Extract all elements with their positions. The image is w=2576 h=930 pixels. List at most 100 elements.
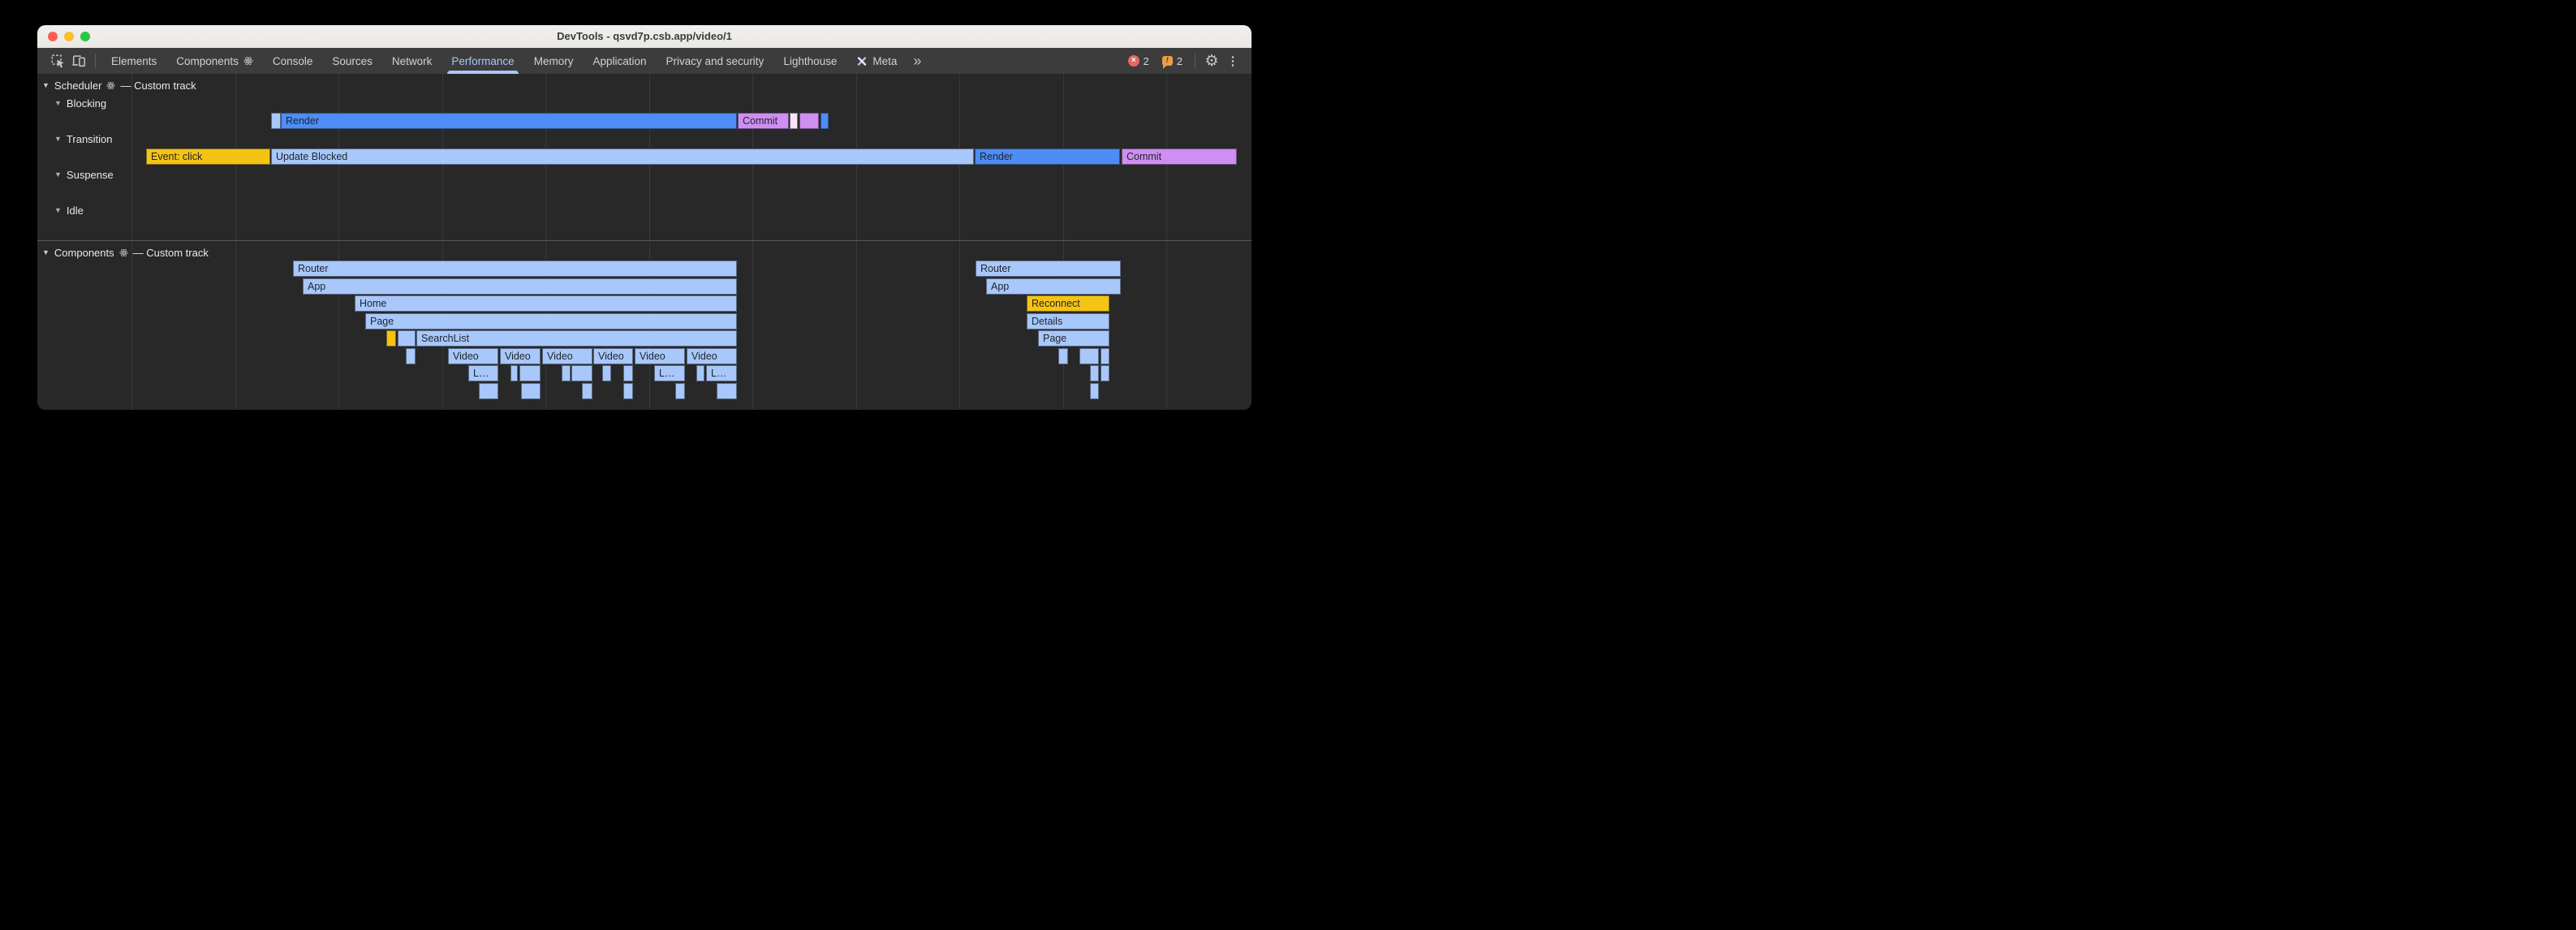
flame-bar[interactable] <box>271 113 281 129</box>
tab-application[interactable]: Application <box>583 48 656 74</box>
flame-bar[interactable] <box>696 365 704 381</box>
error-badge[interactable]: × 2 <box>1128 55 1149 67</box>
flame-bar-video[interactable]: Video <box>687 348 737 364</box>
flame-bar-video[interactable]: Video <box>593 348 633 364</box>
warning-badge[interactable]: ! 2 <box>1162 55 1182 67</box>
flame-bar[interactable] <box>790 113 798 129</box>
bar-label: Video <box>543 351 573 362</box>
bar-label: App <box>987 281 1009 292</box>
tab-sources[interactable]: Sources <box>322 48 382 74</box>
collapse-triangle-icon[interactable]: ▼ <box>54 99 62 107</box>
collapse-triangle-icon[interactable]: ▼ <box>54 135 62 143</box>
flame-bar[interactable] <box>675 383 685 399</box>
flame-bar[interactable] <box>623 365 633 381</box>
titlebar: DevTools - qsvd7p.csb.app/video/1 <box>37 25 1251 48</box>
flame-bar[interactable] <box>398 330 416 347</box>
flame-bar-l[interactable]: L… <box>468 365 498 381</box>
flame-bar-page[interactable]: Page <box>365 313 737 329</box>
collapse-triangle-icon[interactable]: ▼ <box>42 248 50 256</box>
fullscreen-button[interactable] <box>80 32 90 41</box>
flame-bar-l[interactable]: L… <box>654 365 685 381</box>
desktop: { "window": { "title": "DevTools - qsvd7… <box>0 0 1288 465</box>
flame-bar[interactable] <box>799 113 819 129</box>
flame-bar[interactable] <box>1101 365 1109 381</box>
bar-label: Commit <box>1122 151 1161 162</box>
device-toolbar-icon[interactable] <box>68 50 89 71</box>
timeline-gridline <box>1166 74 1167 410</box>
flame-bar-render[interactable]: Render <box>281 113 737 129</box>
bar-label: Page <box>1039 333 1066 344</box>
tab-privacy-and-security[interactable]: Privacy and security <box>657 48 774 74</box>
flame-bar-video[interactable]: Video <box>448 348 498 364</box>
collapse-triangle-icon[interactable]: ▼ <box>54 170 62 179</box>
tab-performance[interactable]: Performance <box>442 48 523 74</box>
flame-bar[interactable] <box>1090 365 1099 381</box>
flame-bar[interactable] <box>582 383 592 399</box>
timeline-gridline <box>235 74 236 410</box>
flame-bar[interactable] <box>519 365 541 381</box>
flame-bar-commit[interactable]: Commit <box>738 113 789 129</box>
flame-bar-searchlist[interactable]: SearchList <box>416 330 737 347</box>
lane-label-blocking[interactable]: ▼Blocking <box>54 96 106 110</box>
flame-bar[interactable] <box>521 383 541 399</box>
flame-bar-page[interactable]: Page <box>1038 330 1109 347</box>
close-button[interactable] <box>48 32 58 41</box>
flame-bar[interactable] <box>1101 348 1109 364</box>
flame-bar-video[interactable]: Video <box>635 348 685 364</box>
window-title: DevTools - qsvd7p.csb.app/video/1 <box>37 25 1251 48</box>
flame-bar-details[interactable]: Details <box>1027 313 1109 329</box>
lane-label-suspense[interactable]: ▼ Suspense <box>54 167 114 182</box>
flame-bar[interactable] <box>406 348 416 364</box>
track-header-components[interactable]: ▼Components— Custom track <box>42 245 209 260</box>
tab-elements[interactable]: Elements <box>101 48 166 74</box>
flame-bar-video[interactable]: Video <box>500 348 541 364</box>
flame-bar[interactable] <box>1058 348 1068 364</box>
tab-memory[interactable]: Memory <box>524 48 584 74</box>
tab-components[interactable]: Components <box>166 48 263 74</box>
flame-bar[interactable] <box>1090 383 1099 399</box>
flame-bar[interactable] <box>562 365 571 381</box>
tab-network[interactable]: Network <box>382 48 442 74</box>
inspect-element-icon[interactable] <box>47 50 68 71</box>
track-header-scheduler[interactable]: ▼Scheduler— Custom track <box>42 78 196 93</box>
react-atom-icon <box>243 56 253 66</box>
flame-bar-video[interactable]: Video <box>542 348 592 364</box>
kebab-menu-icon[interactable]: ⋮ <box>1222 50 1243 71</box>
lane-label-transition[interactable]: ▼Transition <box>54 131 113 146</box>
flame-bar-commit[interactable]: Commit <box>1122 149 1237 165</box>
more-tabs-button[interactable]: » <box>907 50 928 71</box>
minimize-button[interactable] <box>64 32 74 41</box>
lane-label-idle[interactable]: ▼Idle <box>54 203 84 217</box>
flame-bar-app[interactable]: App <box>303 278 737 295</box>
tab-label: Meta <box>872 55 897 67</box>
tab-label: Privacy and security <box>666 55 765 67</box>
flame-bar-reconnect[interactable]: Reconnect <box>1027 295 1109 312</box>
flame-bar[interactable] <box>479 383 498 399</box>
flame-bar[interactable] <box>1079 348 1099 364</box>
flame-bar[interactable] <box>510 365 518 381</box>
flame-bar[interactable] <box>623 383 633 399</box>
flame-bar[interactable] <box>386 330 396 347</box>
flame-bar[interactable] <box>602 365 611 381</box>
flame-bar[interactable] <box>717 383 737 399</box>
settings-gear-icon[interactable]: ⚙ <box>1201 50 1222 71</box>
label-text: Suspense <box>67 169 114 181</box>
collapse-triangle-icon[interactable]: ▼ <box>42 81 50 89</box>
flame-bar-event-click[interactable]: Event: click <box>146 149 270 165</box>
flame-bar-router[interactable]: Router <box>976 260 1121 277</box>
flame-bar-app[interactable]: App <box>986 278 1121 295</box>
flame-bar-update-blocked[interactable]: Update Blocked <box>271 149 974 165</box>
bar-label: Video <box>594 351 624 362</box>
flame-bar-render[interactable]: Render <box>975 149 1120 165</box>
flame-bar[interactable] <box>571 365 592 381</box>
tab-lighthouse[interactable]: Lighthouse <box>773 48 846 74</box>
flame-bar[interactable] <box>821 113 829 129</box>
bar-label: App <box>304 281 325 292</box>
flame-bar-home[interactable]: Home <box>355 295 737 312</box>
collapse-triangle-icon[interactable]: ▼ <box>54 206 62 214</box>
tab-console[interactable]: Console <box>263 48 323 74</box>
error-count: 2 <box>1144 55 1149 67</box>
tab-meta[interactable]: Meta <box>846 48 907 74</box>
flame-bar-router[interactable]: Router <box>293 260 737 277</box>
flame-bar-l[interactable]: L… <box>706 365 737 381</box>
